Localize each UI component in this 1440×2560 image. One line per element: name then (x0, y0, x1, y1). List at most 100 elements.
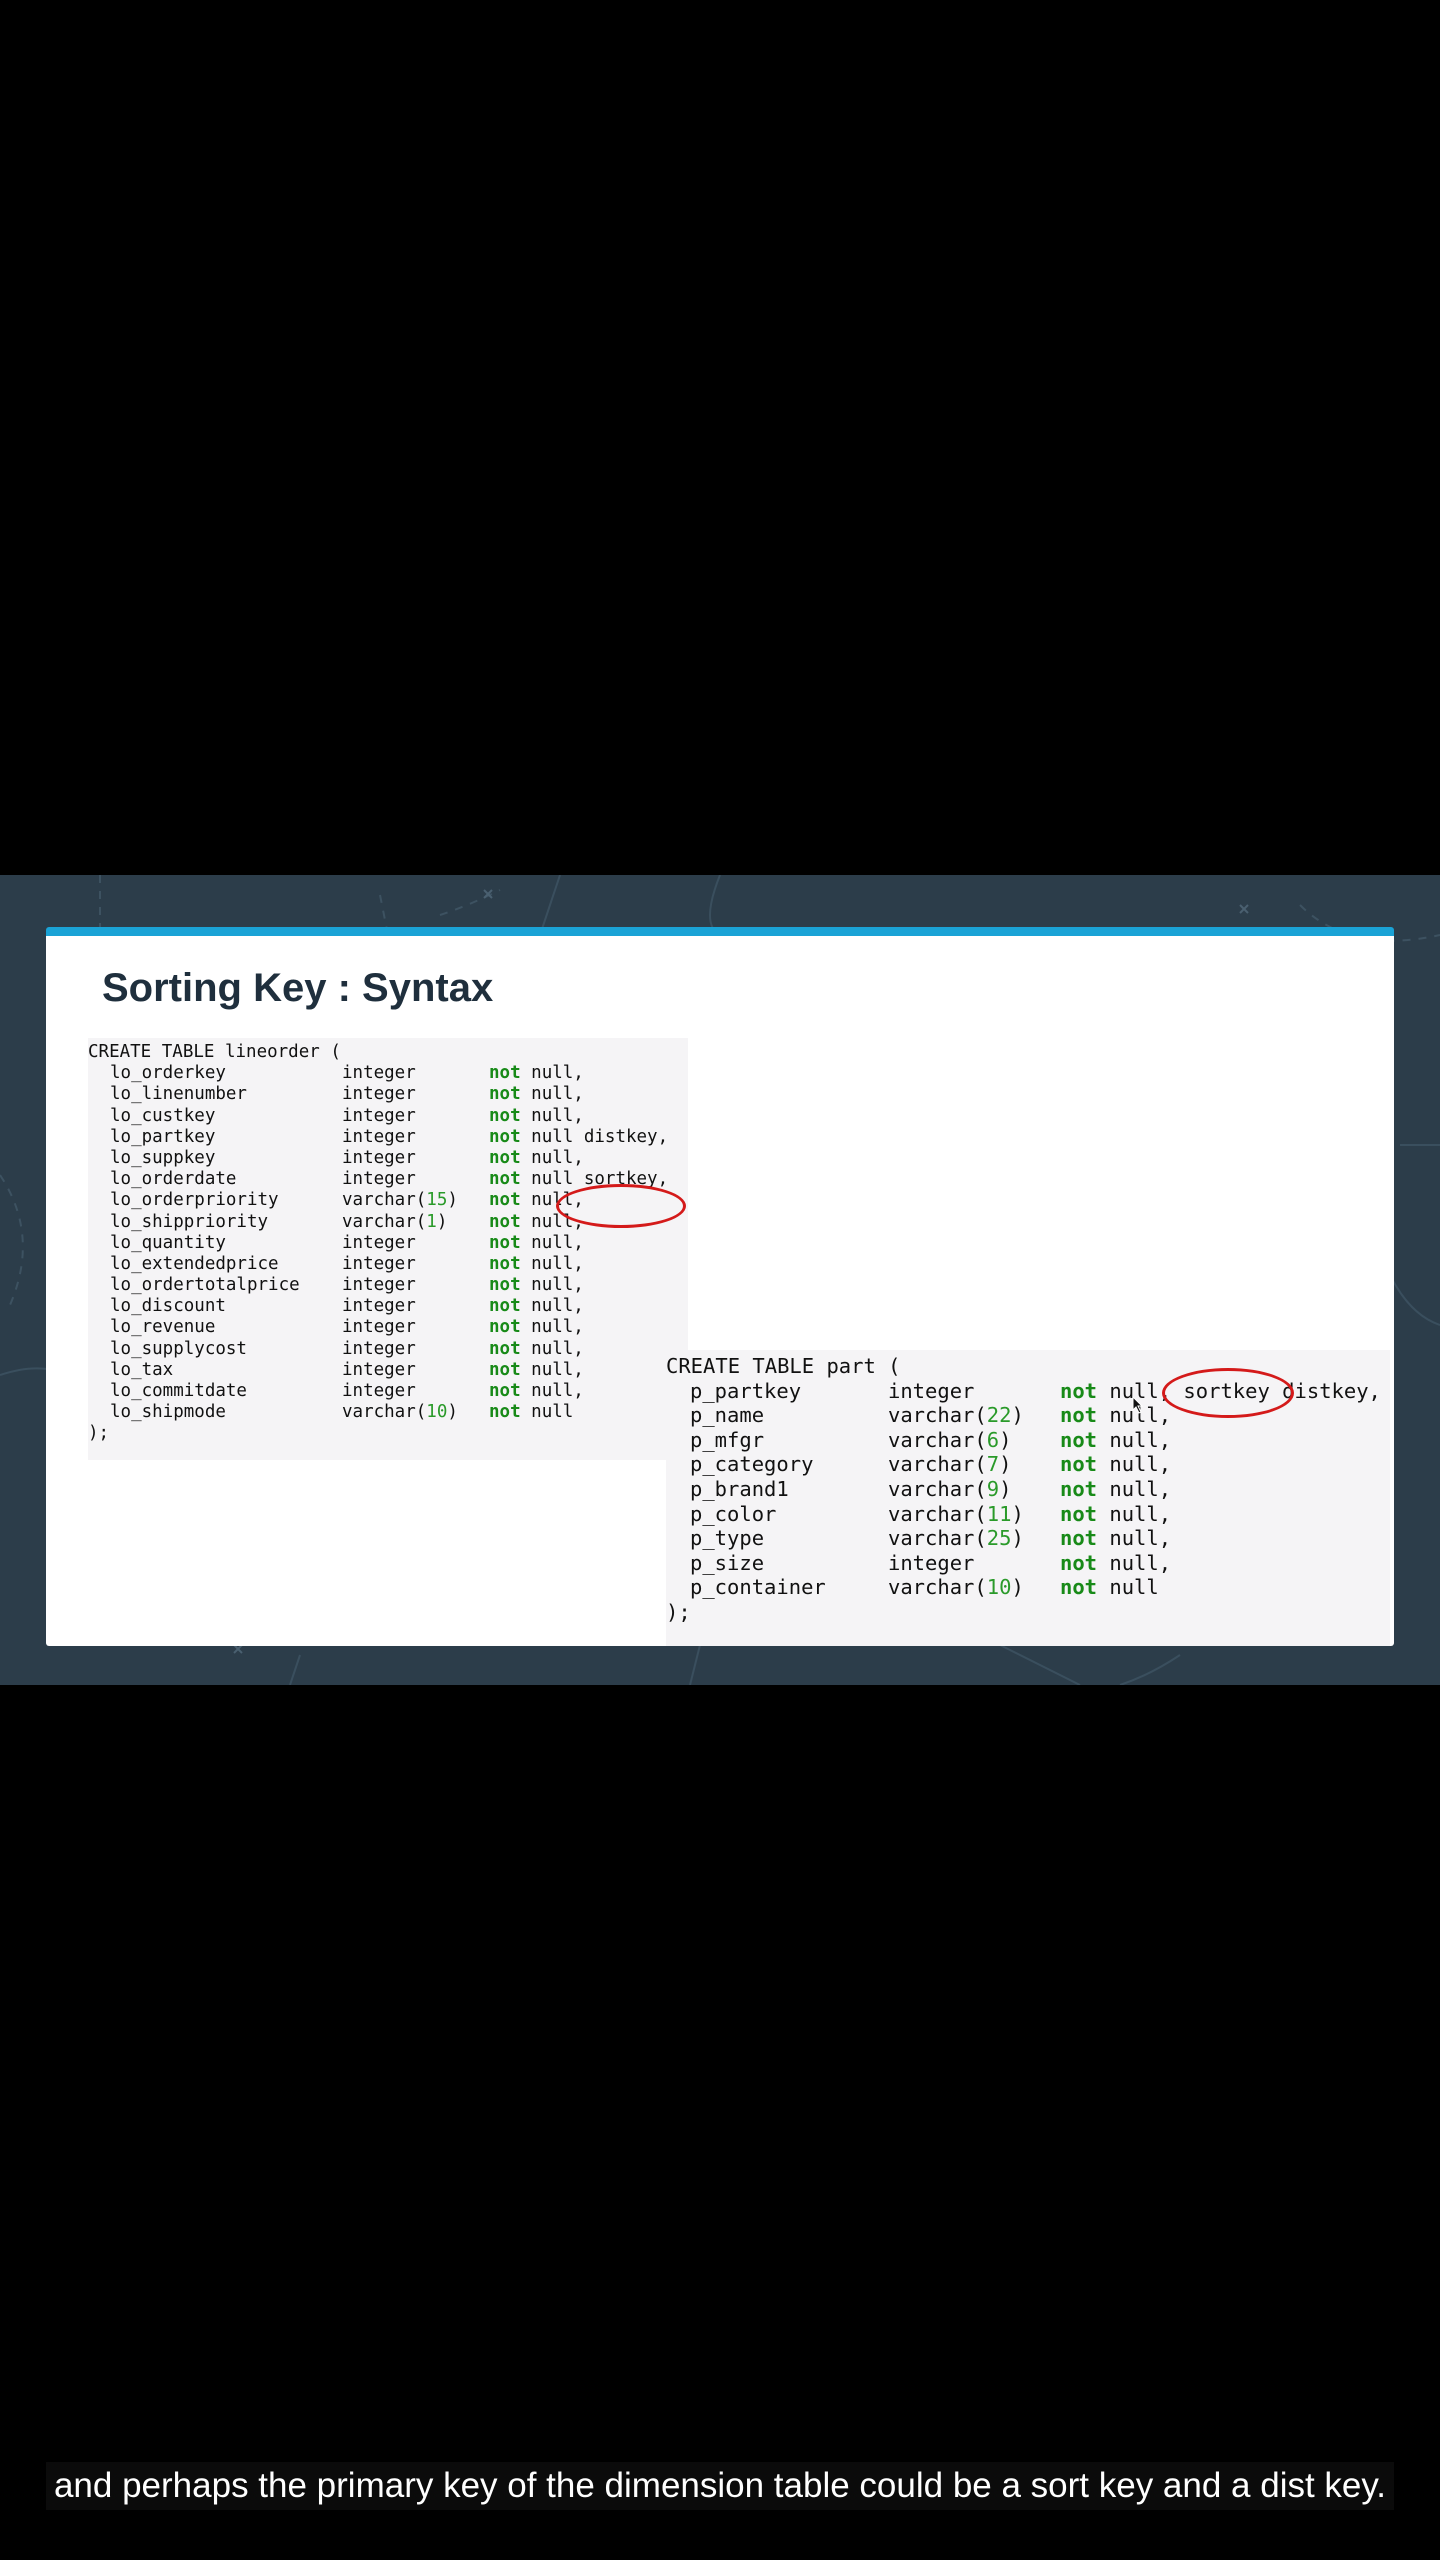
column-name: lo_linenumber (110, 1084, 247, 1105)
type-close-paren: ) (436, 1211, 448, 1232)
column-type: varchar(9) (888, 1477, 1011, 1502)
keyword-not: not (489, 1359, 521, 1380)
type-length: 15 (426, 1190, 448, 1211)
type-length: 9 (986, 1476, 1000, 1501)
type-name: integer (888, 1378, 975, 1403)
constraint-rest: null, (531, 1296, 584, 1317)
lineorder-column-row: lo_ordertotalprice integer not null, (88, 1275, 688, 1296)
keyword-not: not (489, 1147, 521, 1168)
type-name: varchar( (342, 1211, 427, 1232)
column-type: integer (342, 1296, 416, 1317)
keyword-not: not (489, 1338, 521, 1359)
constraint-rest: null, (1109, 1427, 1172, 1452)
column-constraint: not null (1060, 1575, 1159, 1600)
keyword-not: not (489, 1317, 521, 1338)
column-name: p_type (690, 1526, 765, 1551)
mouse-pointer-icon (1132, 1396, 1144, 1414)
constraint-rest: null, (531, 1190, 584, 1211)
type-name: varchar( (888, 1452, 987, 1477)
constraint-rest: null, (1109, 1476, 1172, 1501)
type-name: integer (342, 1169, 416, 1190)
type-length: 22 (986, 1403, 1012, 1428)
column-type: integer (342, 1127, 416, 1148)
constraint-rest: null, (531, 1381, 584, 1401)
constraint-rest: null, (1109, 1501, 1172, 1526)
video-frame: Sorting Key : Syntax CREATE TABLE lineor… (0, 875, 1440, 1685)
column-type: integer (342, 1339, 416, 1360)
column-name: lo_ordertotalprice (110, 1275, 300, 1296)
keyword-not: not (1060, 1452, 1098, 1477)
column-name: p_mfgr (690, 1427, 765, 1452)
column-type: integer (342, 1254, 416, 1275)
column-type: integer (342, 1317, 416, 1338)
constraint-rest: null, sortkey distkey, (1109, 1378, 1381, 1403)
part-column-row: p_mfgr varchar(6) not null, (666, 1428, 1390, 1453)
column-constraint: not null, sortkey distkey, (1060, 1379, 1381, 1404)
type-length: 7 (986, 1452, 1000, 1477)
keyword-not: not (489, 1190, 521, 1211)
column-constraint: not null, (489, 1106, 584, 1127)
constraint-rest: null, (531, 1147, 584, 1168)
type-name: integer (888, 1550, 975, 1575)
constraint-rest: null sortkey, (531, 1169, 669, 1190)
column-constraint: not null, (1060, 1428, 1171, 1453)
column-type: varchar(6) (888, 1428, 1011, 1453)
column-type: integer (342, 1084, 416, 1105)
constraint-rest: null, (531, 1211, 584, 1232)
type-length: 25 (986, 1526, 1012, 1551)
keyword-not: not (489, 1063, 521, 1084)
lineorder-footer: ); (88, 1423, 110, 1444)
keyword-not: not (489, 1232, 521, 1253)
constraint-rest: null, (531, 1317, 584, 1338)
part-header: CREATE TABLE part ( (666, 1354, 901, 1378)
constraint-rest: null, (531, 1359, 584, 1380)
column-constraint: not null, (489, 1084, 584, 1105)
constraint-rest: null, (1109, 1526, 1172, 1551)
type-name: integer (342, 1084, 416, 1105)
column-constraint: not null (489, 1402, 573, 1423)
column-constraint: not null, (489, 1339, 584, 1360)
keyword-not: not (1060, 1476, 1098, 1501)
column-name: lo_commitdate (110, 1381, 247, 1401)
column-type: integer (888, 1379, 974, 1404)
subtitle-caption: and perhaps the primary key of the dimen… (0, 2462, 1440, 2510)
column-constraint: not null, (489, 1317, 584, 1338)
lineorder-column-row: lo_linenumber integer not null, (88, 1084, 688, 1105)
type-name: varchar( (888, 1501, 987, 1526)
part-column-row: p_partkey integer not null, sortkey distke… (666, 1379, 1390, 1404)
keyword-not: not (489, 1296, 521, 1317)
column-name: lo_shipmode (110, 1402, 226, 1423)
type-name: integer (342, 1359, 416, 1380)
column-name: p_name (690, 1403, 765, 1428)
column-type: varchar(1) (342, 1212, 447, 1233)
lineorder-column-row: lo_quantity integer not null, (88, 1233, 688, 1254)
column-name: lo_custkey (110, 1105, 216, 1126)
lineorder-column-row: lo_suppkey integer not null, (88, 1148, 688, 1169)
lineorder-column-row: lo_extendedprice integer not null, (88, 1254, 688, 1275)
constraint-rest: null (1109, 1575, 1159, 1600)
column-type: varchar(25) (888, 1526, 1024, 1551)
type-name: varchar( (888, 1403, 987, 1428)
constraint-rest: null, (531, 1084, 584, 1105)
column-constraint: not null, (489, 1254, 584, 1275)
column-type: integer (342, 1169, 416, 1190)
type-name: integer (342, 1275, 416, 1296)
column-constraint: not null, (1060, 1502, 1171, 1527)
constraint-rest: null, (531, 1232, 584, 1253)
column-name: lo_tax (110, 1359, 174, 1380)
keyword-not: not (1060, 1526, 1098, 1551)
subtitle-text: and perhaps the primary key of the dimen… (45, 2462, 1395, 2510)
column-type: integer (342, 1275, 416, 1296)
lineorder-column-row: lo_custkey integer not null, (88, 1106, 688, 1127)
column-constraint: not null, (489, 1275, 584, 1296)
column-type: varchar(10) (888, 1575, 1024, 1600)
lineorder-column-row: lo_revenue integer not null, (88, 1317, 688, 1338)
